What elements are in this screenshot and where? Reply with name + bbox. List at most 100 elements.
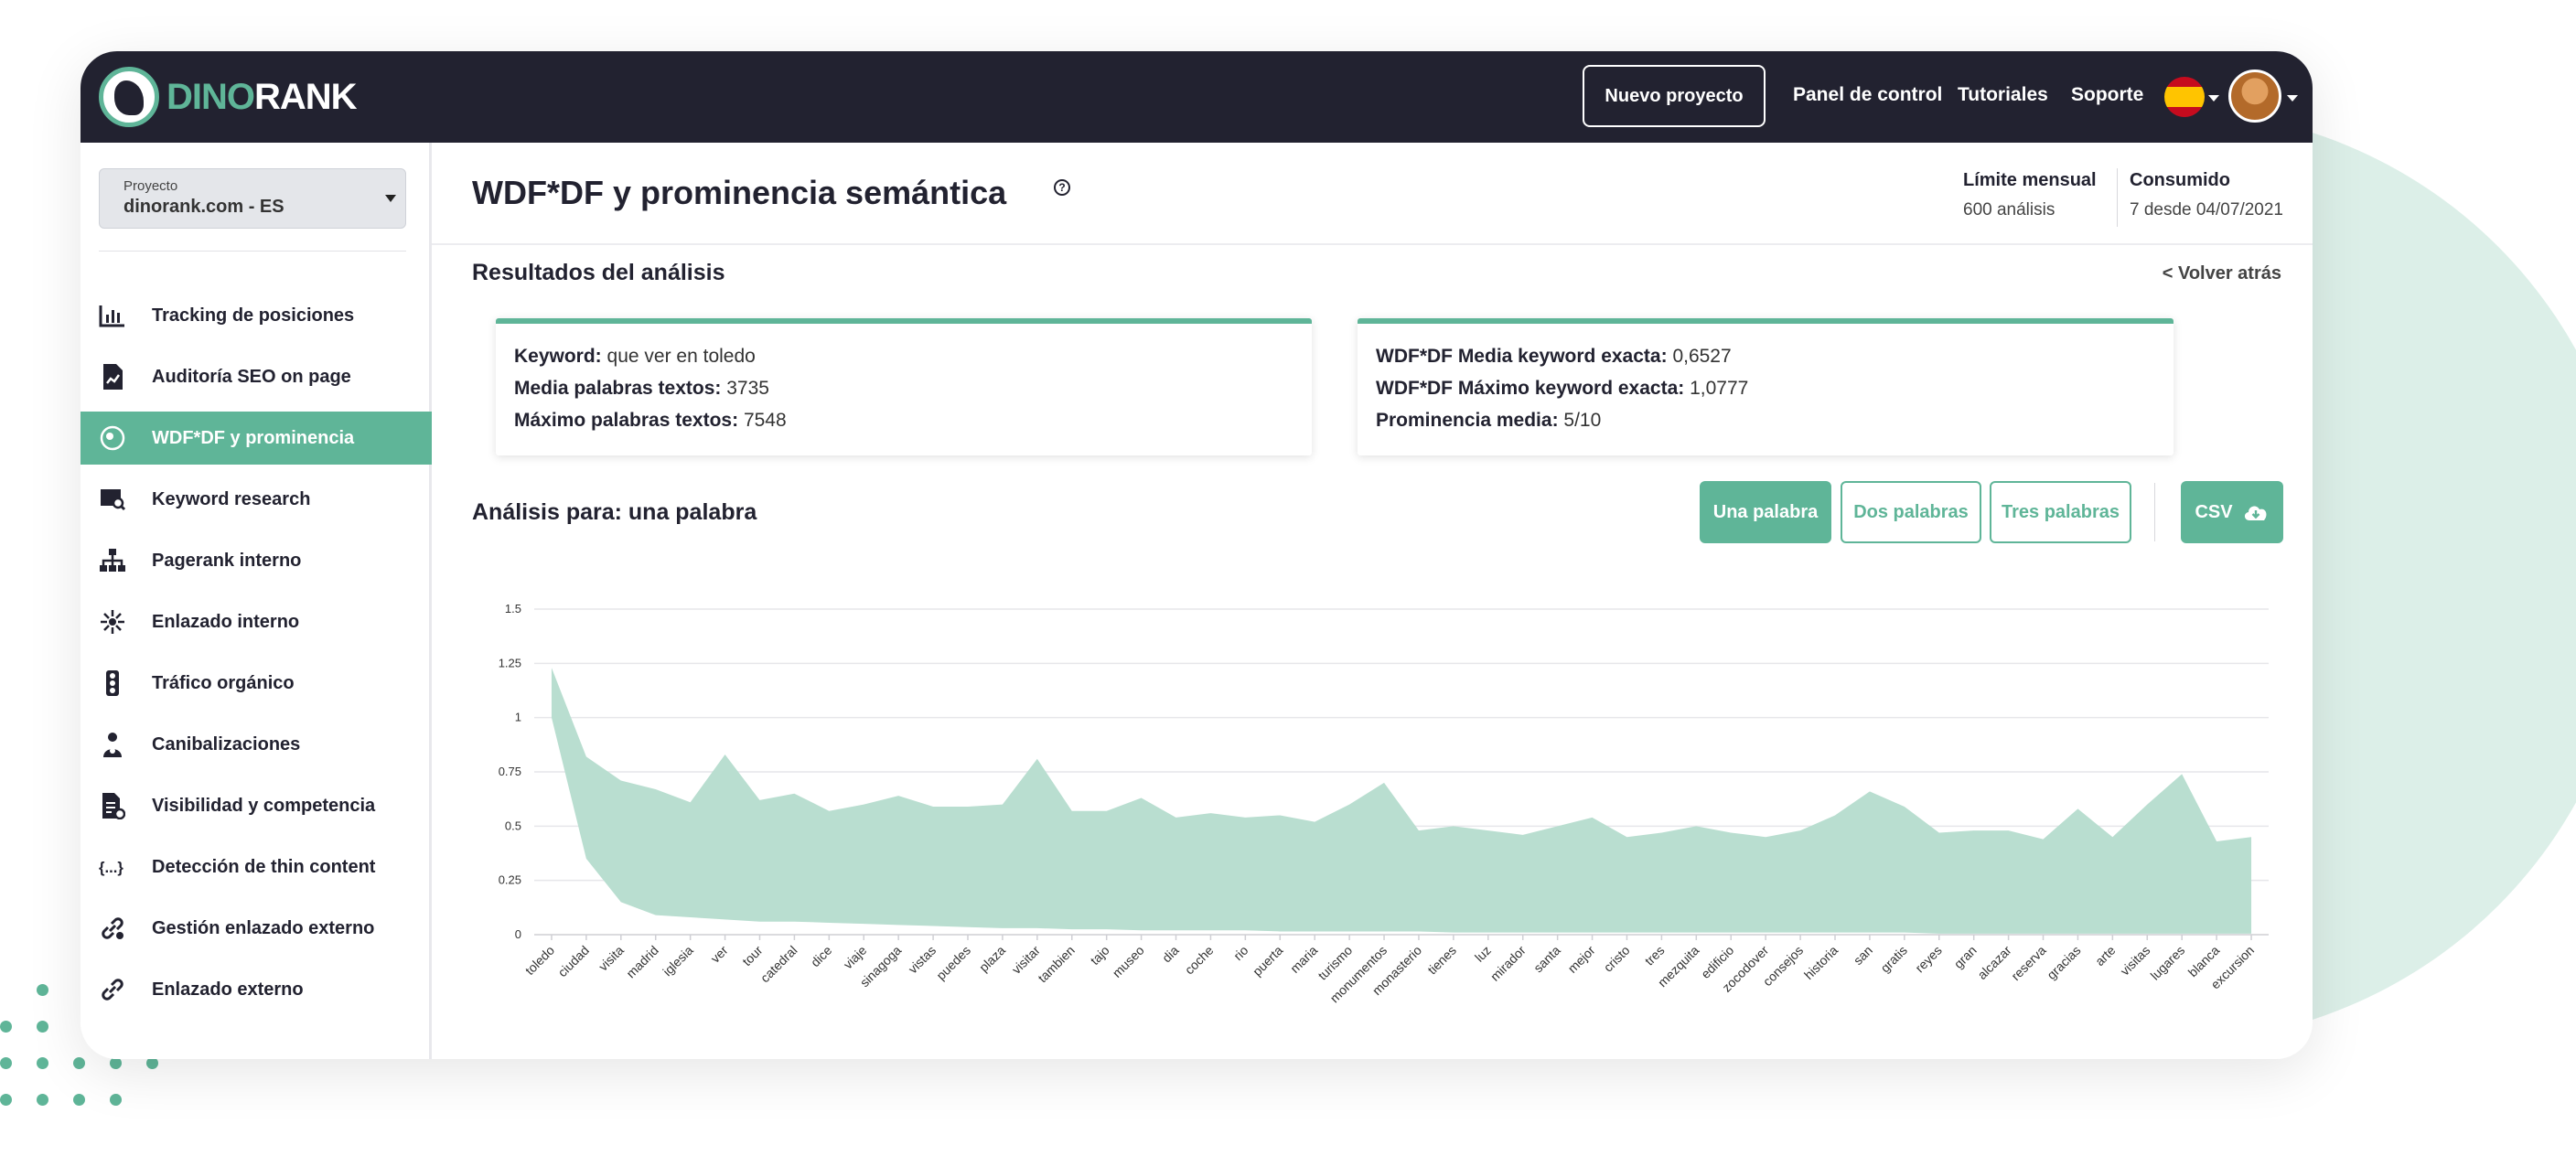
x-tick-label: gratis: [1877, 943, 1910, 976]
wdfdf-summary-card: WDF*DF Media keyword exacta: 0,6527 WDF*…: [1358, 318, 2174, 455]
card-row-label: Máximo palabras textos:: [514, 410, 739, 431]
x-tick-label: tambien: [1035, 943, 1078, 986]
logo-text-b: RANK: [254, 76, 358, 117]
consumed-label: Consumido: [2130, 170, 2230, 190]
nav-tutorials-link[interactable]: Tutoriales: [1958, 84, 2048, 106]
decorative-dot: [0, 1021, 12, 1033]
top-bar: DINORANK Nuevo proyecto Panel de control…: [80, 51, 2313, 143]
y-tick-label: 0.75: [499, 765, 521, 778]
back-link[interactable]: < Volver atrás: [2163, 263, 2281, 284]
decorative-dot: [0, 1057, 12, 1069]
project-selector[interactable]: Proyecto dinorank.com - ES: [99, 168, 406, 229]
y-tick-label: 1.25: [499, 656, 521, 669]
consumed-value: 7 desde 04/07/2021: [2130, 200, 2283, 219]
help-icon[interactable]: ?: [1054, 179, 1070, 196]
card-row-label: WDF*DF Máximo keyword exacta:: [1376, 378, 1685, 399]
sidebar-item[interactable]: Tracking de posiciones: [80, 289, 432, 342]
results-title: Resultados del análisis: [472, 260, 725, 285]
sidebar-item-label: Canibalizaciones: [152, 733, 301, 755]
x-tick-label: tajo: [1088, 943, 1112, 968]
x-tick-label: ciudad: [555, 943, 592, 979]
sidebar-item[interactable]: Pagerank interno: [80, 534, 432, 587]
x-tick-label: lugares: [2148, 943, 2188, 983]
x-tick-label: tour: [739, 943, 766, 969]
sidebar-item-label: Visibilidad y competencia: [152, 795, 376, 816]
spain-flag-icon[interactable]: [2164, 77, 2205, 117]
x-tick-label: dice: [808, 943, 835, 970]
monthly-limit-label: Límite mensual: [1963, 170, 2097, 190]
x-tick-label: coche: [1182, 943, 1217, 978]
csv-label: CSV: [2195, 501, 2233, 522]
search-chart-icon: [99, 487, 126, 512]
button-separator: [2154, 483, 2155, 541]
sidebar-item[interactable]: Keyword research: [80, 473, 432, 526]
logo-text: DINORANK: [166, 76, 358, 118]
x-tick-label: plaza: [976, 943, 1008, 975]
sidebar-item[interactable]: WDF*DF y prominencia: [80, 412, 432, 465]
csv-download-button[interactable]: CSV: [2181, 481, 2283, 543]
x-tick-label: rio: [1230, 943, 1250, 963]
card-row-value: 1,0777: [1690, 378, 1749, 399]
two-words-button[interactable]: Dos palabras: [1841, 481, 1981, 543]
page-title: WDF*DF y prominencia semántica: [472, 174, 1007, 211]
nav-dashboard-link[interactable]: Panel de control: [1793, 84, 1942, 106]
sidebar-item[interactable]: {...} Detección de thin content: [80, 840, 432, 894]
x-tick-label: ver: [708, 943, 731, 966]
network-icon: [99, 609, 126, 635]
user-avatar[interactable]: [2228, 70, 2281, 123]
sidebar-item[interactable]: Gestión enlazado externo: [80, 902, 432, 955]
sidebar-item[interactable]: Auditoría SEO on page: [80, 350, 432, 403]
x-tick-label: madrid: [623, 943, 661, 981]
x-tick-label: alcazar: [1974, 943, 2013, 982]
language-chevron-down-icon[interactable]: [2208, 95, 2219, 102]
sidebar-item[interactable]: Tráfico orgánico: [80, 657, 432, 710]
sidebar-item[interactable]: Enlazado externo: [80, 963, 432, 1016]
y-tick-label: 0.25: [499, 873, 521, 887]
sidebar-divider: [99, 251, 406, 252]
sidebar-item[interactable]: Visibilidad y competencia: [80, 779, 432, 832]
card-row-value: 3735: [726, 378, 769, 399]
main-content: WDF*DF y prominencia semántica ? Límite …: [432, 143, 2313, 1059]
card-row-label: WDF*DF Media keyword exacta:: [1376, 346, 1668, 367]
x-tick-label: visita: [596, 943, 627, 974]
nav-support-link[interactable]: Soporte: [2071, 84, 2143, 106]
x-tick-label: historia: [1801, 943, 1841, 982]
logo-text-a: DINO: [166, 76, 255, 117]
card-row-label: Keyword:: [514, 346, 602, 367]
three-words-button[interactable]: Tres palabras: [1990, 481, 2131, 543]
document-chart-icon: [99, 364, 126, 390]
card-row: Máximo palabras textos: 7548: [514, 410, 1293, 442]
card-row-label: Prominencia media:: [1376, 410, 1559, 431]
sidebar-item-label: Enlazado externo: [152, 979, 304, 1000]
y-tick-label: 1.5: [505, 602, 521, 615]
sidebar-item-label: Detección de thin content: [152, 856, 376, 877]
logo[interactable]: DINORANK: [99, 66, 358, 128]
x-tick-label: gran: [1951, 943, 1980, 971]
x-tick-label: iglesia: [660, 943, 696, 979]
cloud-download-icon: [2244, 506, 2267, 520]
x-tick-label: viaje: [841, 943, 870, 972]
y-tick-label: 0: [515, 927, 521, 941]
sidebar-item[interactable]: Canibalizaciones: [80, 718, 432, 771]
card-row-value: 5/10: [1563, 410, 1602, 431]
sidebar-item-label: WDF*DF y prominencia: [152, 427, 355, 448]
series-area: [551, 668, 2252, 934]
x-tick-label: museo: [1110, 943, 1147, 980]
x-tick-label: arte: [2092, 943, 2119, 969]
decorative-dot: [37, 984, 48, 996]
page: DINORANK Nuevo proyecto Panel de control…: [0, 0, 2576, 1156]
target-icon: [99, 425, 126, 451]
traffic-light-icon: [99, 670, 126, 696]
x-tick-label: cristo: [1601, 943, 1633, 975]
chevron-down-icon: [385, 195, 396, 202]
decorative-dot: [37, 1021, 48, 1033]
x-tick-label: puedes: [933, 943, 973, 983]
sidebar-item-label: Tráfico orgánico: [152, 672, 295, 693]
x-tick-label: tienes: [1424, 943, 1459, 978]
sidebar-item-label: Tracking de posiciones: [152, 305, 355, 326]
user-chevron-down-icon[interactable]: [2287, 95, 2298, 102]
one-word-button[interactable]: Una palabra: [1700, 481, 1831, 543]
sidebar-item[interactable]: Enlazado interno: [80, 595, 432, 648]
new-project-button[interactable]: Nuevo proyecto: [1583, 65, 1766, 127]
decorative-dot: [73, 1094, 85, 1106]
